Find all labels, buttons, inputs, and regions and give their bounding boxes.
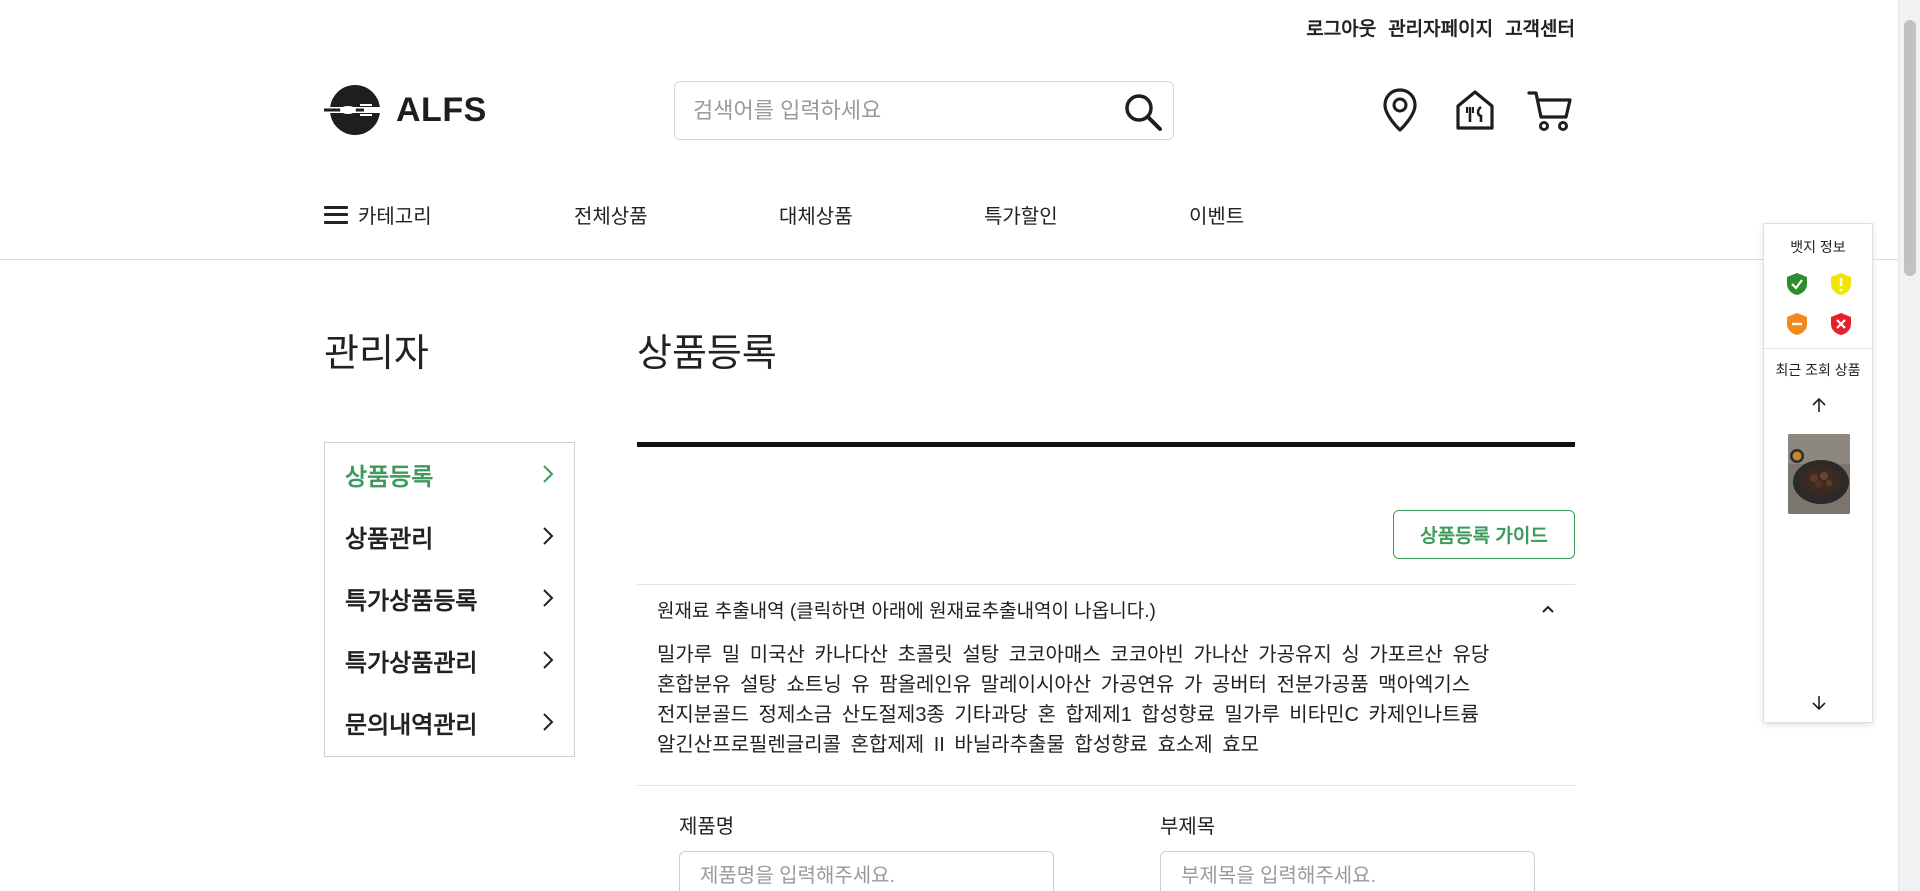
location-pin-icon[interactable] bbox=[1376, 86, 1424, 134]
ingredient-line: 혼합분유 설탕 쇼트닝 유 팜올레인유 말레이시아산 가공연유 가 공버터 전분… bbox=[657, 674, 1471, 696]
sidebar-item-label: 특가상품등록 bbox=[345, 587, 478, 615]
accordion-bottom-border bbox=[637, 785, 1575, 786]
sidebar-item-label: 특가상품관리 bbox=[345, 649, 478, 677]
chevron-right-icon bbox=[543, 713, 554, 731]
category-menu-button[interactable]: 카테고리 bbox=[324, 200, 574, 229]
nav-item-all-products[interactable]: 전체상품 bbox=[574, 200, 648, 229]
chevron-right-icon bbox=[543, 589, 554, 607]
store-icon[interactable] bbox=[1451, 86, 1499, 134]
panel-divider bbox=[1764, 348, 1872, 349]
customer-center-link[interactable]: 고객센터 bbox=[1505, 14, 1575, 41]
category-label: 카테고리 bbox=[358, 206, 432, 228]
cart-icon[interactable] bbox=[1526, 86, 1574, 134]
nav-item-alternative-products[interactable]: 대체상품 bbox=[779, 200, 853, 229]
sidebar-item-product-manage[interactable]: 상품관리 bbox=[325, 505, 574, 567]
recent-product-thumbnail[interactable] bbox=[1788, 434, 1850, 514]
sidebar-item-inquiry-manage[interactable]: 문의내역관리 bbox=[325, 691, 574, 753]
logo-icon bbox=[324, 85, 386, 135]
badge-x-icon bbox=[1831, 313, 1851, 335]
title-divider bbox=[637, 442, 1575, 447]
ingredient-line: 알긴산프로필렌글리콜 혼합제제 II 바닐라추출물 합성향료 효소제 효모 bbox=[657, 734, 1260, 756]
sidebar-item-label: 문의내역관리 bbox=[345, 711, 478, 739]
floating-side-panel: 뱃지 정보 최근 조회 상품 bbox=[1763, 223, 1873, 723]
product-register-guide-button[interactable]: 상품등록 가이드 bbox=[1393, 510, 1575, 559]
food-image bbox=[1788, 434, 1850, 514]
scrollbar-thumb[interactable] bbox=[1904, 20, 1916, 276]
arrow-up-icon[interactable] bbox=[1810, 396, 1828, 414]
page-scrollbar[interactable] bbox=[1898, 0, 1920, 891]
nav-divider bbox=[0, 259, 1898, 260]
arrow-down-icon[interactable] bbox=[1810, 694, 1828, 712]
recent-products-title: 최근 조회 상품 bbox=[1775, 362, 1861, 378]
logo[interactable]: ALFS bbox=[324, 84, 487, 136]
badge-check-icon bbox=[1787, 273, 1807, 295]
badge-grid bbox=[1786, 272, 1852, 336]
top-links: 로그아웃 관리자페이지 고객센터 bbox=[1306, 14, 1575, 41]
chevron-up-icon bbox=[1542, 605, 1554, 613]
ingredient-line: 전지분골드 정제소금 산도절제3종 기타과당 혼 합제제1 합성향료 밀가루 비… bbox=[657, 704, 1479, 726]
sidebar-item-label: 상품관리 bbox=[345, 525, 434, 553]
sidebar-title: 관리자 bbox=[324, 333, 429, 375]
chevron-right-icon bbox=[543, 651, 554, 669]
sidebar-item-special-register[interactable]: 특가상품등록 bbox=[325, 567, 574, 629]
product-name-input[interactable] bbox=[679, 851, 1054, 891]
nav-item-event[interactable]: 이벤트 bbox=[1189, 200, 1244, 229]
product-name-label: 제품명 bbox=[679, 816, 735, 838]
hamburger-icon bbox=[324, 205, 348, 224]
logo-text: ALFS bbox=[396, 90, 487, 129]
admin-page-link[interactable]: 관리자페이지 bbox=[1388, 14, 1493, 41]
accordion-title: 원재료 추출내역 (클릭하면 아래에 원재료추출내역이 나옵니다.) bbox=[657, 600, 1156, 622]
sidebar-item-special-manage[interactable]: 특가상품관리 bbox=[325, 629, 574, 691]
badge-warning-icon bbox=[1831, 273, 1851, 295]
main-nav: 카테고리 전체상품 대체상품 특가할인 이벤트 bbox=[324, 200, 1574, 229]
sidebar-item-product-register[interactable]: 상품등록 bbox=[325, 443, 574, 505]
ingredient-list: 밀가루 밀 미국산 카나다산 초콜릿 설탕 코코아매스 코코아빈 가나산 가공유… bbox=[657, 640, 1537, 760]
chevron-right-icon bbox=[543, 465, 554, 483]
chevron-right-icon bbox=[543, 527, 554, 545]
ingredient-line: 밀가루 밀 미국산 카나다산 초콜릿 설탕 코코아매스 코코아빈 가나산 가공유… bbox=[657, 644, 1490, 666]
subtitle-label: 부제목 bbox=[1160, 816, 1216, 838]
page-title: 상품등록 bbox=[637, 333, 777, 375]
sidebar-item-label: 상품등록 bbox=[345, 463, 434, 491]
badge-info-title: 뱃지 정보 bbox=[1790, 239, 1846, 255]
subtitle-input[interactable] bbox=[1160, 851, 1535, 891]
badge-minus-icon bbox=[1787, 313, 1807, 335]
ingredient-accordion-header[interactable]: 원재료 추출내역 (클릭하면 아래에 원재료추출내역이 나옵니다.) bbox=[637, 585, 1575, 633]
sidebar-menu: 상품등록 상품관리 특가상품등록 특가상품관리 문의내역관리 bbox=[324, 442, 575, 757]
search-input[interactable] bbox=[693, 94, 1093, 128]
search-icon[interactable] bbox=[1121, 90, 1165, 134]
logout-link[interactable]: 로그아웃 bbox=[1306, 14, 1376, 41]
search-box bbox=[674, 81, 1174, 140]
nav-item-special-discount[interactable]: 특가할인 bbox=[984, 200, 1058, 229]
